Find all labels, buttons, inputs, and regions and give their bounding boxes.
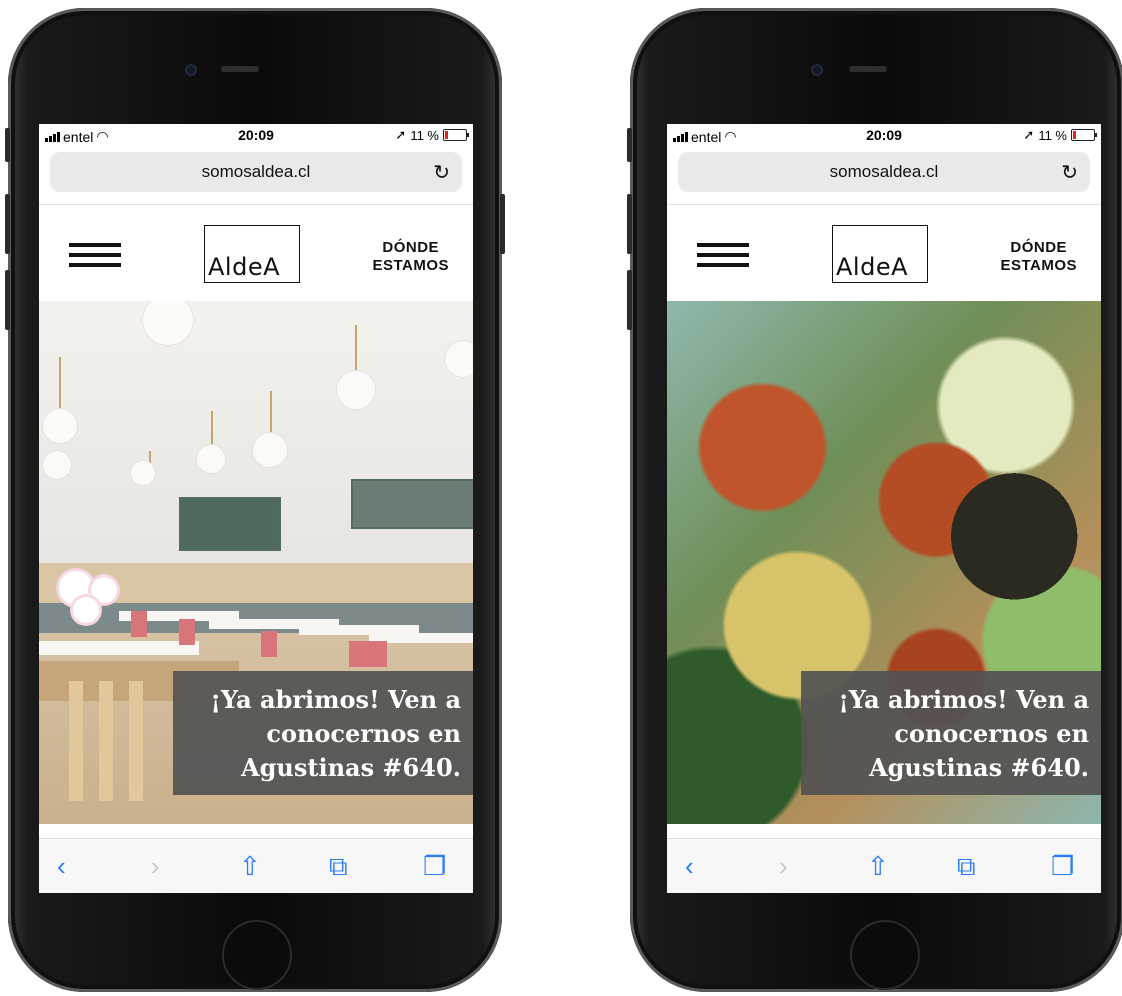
- flower-bouquet: [91, 577, 117, 603]
- chevron-left-icon[interactable]: ‹: [685, 851, 694, 882]
- caption-line-1: ¡Ya abrimos! Ven a: [210, 685, 461, 714]
- logo-text: AldeA: [836, 253, 909, 281]
- reload-icon[interactable]: ↻: [1061, 160, 1078, 185]
- address-bar[interactable]: somosaldea.cl ↻: [50, 152, 462, 192]
- wall-mirror: [351, 479, 473, 529]
- pendant-lamp: [143, 301, 193, 345]
- pendant-lamp: [337, 371, 375, 409]
- flower-bouquet: [73, 597, 99, 623]
- share-icon[interactable]: ⇧: [867, 851, 889, 882]
- power-button: [500, 194, 505, 254]
- wall-shelf: [179, 497, 281, 551]
- book-icon[interactable]: ⧉: [329, 851, 348, 883]
- caption-line-2: conocernos en: [266, 719, 461, 748]
- mute-switch: [627, 128, 632, 162]
- url-text: somosaldea.cl: [829, 162, 939, 181]
- mute-switch: [5, 128, 10, 162]
- donde-estamos-link[interactable]: DÓNDE ESTAMOS: [372, 239, 449, 275]
- site-logo[interactable]: AldeA: [832, 225, 928, 283]
- safari-toolbar: ‹ › ⇧ ⧉ ❐: [667, 838, 1101, 893]
- tabs-icon[interactable]: ❐: [1051, 851, 1074, 882]
- volume-up-button: [627, 194, 632, 254]
- hamburger-menu-icon[interactable]: [69, 243, 121, 269]
- home-button[interactable]: [222, 920, 292, 990]
- earpiece-speaker: [221, 66, 259, 72]
- donde-estamos-link[interactable]: DÓNDE ESTAMOS: [1000, 239, 1077, 275]
- caption-line-2: conocernos en: [894, 719, 1089, 748]
- pendant-lamp: [43, 409, 77, 443]
- hero-image-restaurant: ¡Ya abrimos! Ven a conocernos en Agustin…: [39, 301, 473, 824]
- caption-line-3: Agustinas #640.: [869, 753, 1089, 782]
- tabs-icon[interactable]: ❐: [423, 851, 446, 882]
- donde-line-2: ESTAMOS: [1000, 257, 1077, 274]
- chevron-right-icon[interactable]: ›: [151, 851, 160, 882]
- status-bar: entel ◠ 20:09 ➚ 11 %: [667, 124, 1101, 148]
- front-camera: [185, 64, 197, 76]
- status-bar: entel ◠ 20:09 ➚ 11 %: [39, 124, 473, 148]
- location-arrow-icon: ➚: [1023, 127, 1035, 142]
- safari-toolbar: ‹ › ⇧ ⧉ ❐: [39, 838, 473, 893]
- volume-down-button: [5, 270, 10, 330]
- status-right: ➚ 11 %: [395, 127, 469, 143]
- pendant-lamp: [197, 445, 225, 473]
- url-text: somosaldea.cl: [201, 162, 311, 181]
- earpiece-speaker: [849, 66, 887, 72]
- hamburger-menu-icon[interactable]: [697, 243, 749, 269]
- pendant-lamp: [43, 451, 71, 479]
- hero-caption: ¡Ya abrimos! Ven a conocernos en Agustin…: [173, 671, 473, 795]
- pendant-lamp: [445, 341, 473, 377]
- caption-line-1: ¡Ya abrimos! Ven a: [838, 685, 1089, 714]
- site-header: AldeA DÓNDE ESTAMOS: [39, 204, 473, 303]
- caption-line-3: Agustinas #640.: [241, 753, 461, 782]
- donde-line-2: ESTAMOS: [372, 257, 449, 274]
- site-header: AldeA DÓNDE ESTAMOS: [667, 204, 1101, 303]
- book-icon[interactable]: ⧉: [957, 851, 976, 883]
- pendant-lamp: [131, 461, 155, 485]
- battery-percent: 11 %: [410, 127, 439, 143]
- chevron-right-icon[interactable]: ›: [779, 851, 788, 882]
- pendant-lamp: [253, 433, 287, 467]
- logo-text: AldeA: [208, 253, 281, 281]
- donde-line-1: DÓNDE: [1010, 239, 1068, 256]
- front-camera: [811, 64, 823, 76]
- battery-percent: 11 %: [1038, 127, 1067, 143]
- site-logo[interactable]: AldeA: [204, 225, 300, 283]
- battery-icon: [443, 129, 469, 141]
- phone-screen: entel ◠ 20:09 ➚ 11 % somosaldea.cl ↻ Ald…: [39, 124, 473, 893]
- hero-caption: ¡Ya abrimos! Ven a conocernos en Agustin…: [801, 671, 1101, 795]
- chevron-left-icon[interactable]: ‹: [57, 851, 66, 882]
- status-right: ➚ 11 %: [1023, 127, 1097, 143]
- location-arrow-icon: ➚: [395, 127, 407, 142]
- reload-icon[interactable]: ↻: [433, 160, 450, 185]
- phone-mockup-left: entel ◠ 20:09 ➚ 11 % somosaldea.cl ↻ Ald…: [5, 8, 505, 992]
- address-bar[interactable]: somosaldea.cl ↻: [678, 152, 1090, 192]
- home-button[interactable]: [850, 920, 920, 990]
- donde-line-1: DÓNDE: [382, 239, 440, 256]
- phone-screen: entel ◠ 20:09 ➚ 11 % somosaldea.cl ↻ Ald…: [667, 124, 1101, 893]
- volume-up-button: [5, 194, 10, 254]
- share-icon[interactable]: ⇧: [239, 851, 261, 882]
- hero-image-food-bowl: ¡Ya abrimos! Ven a conocernos en Agustin…: [667, 301, 1101, 824]
- phone-mockup-right: entel ◠ 20:09 ➚ 11 % somosaldea.cl ↻ Ald…: [627, 8, 1122, 992]
- battery-icon: [1071, 129, 1097, 141]
- volume-down-button: [627, 270, 632, 330]
